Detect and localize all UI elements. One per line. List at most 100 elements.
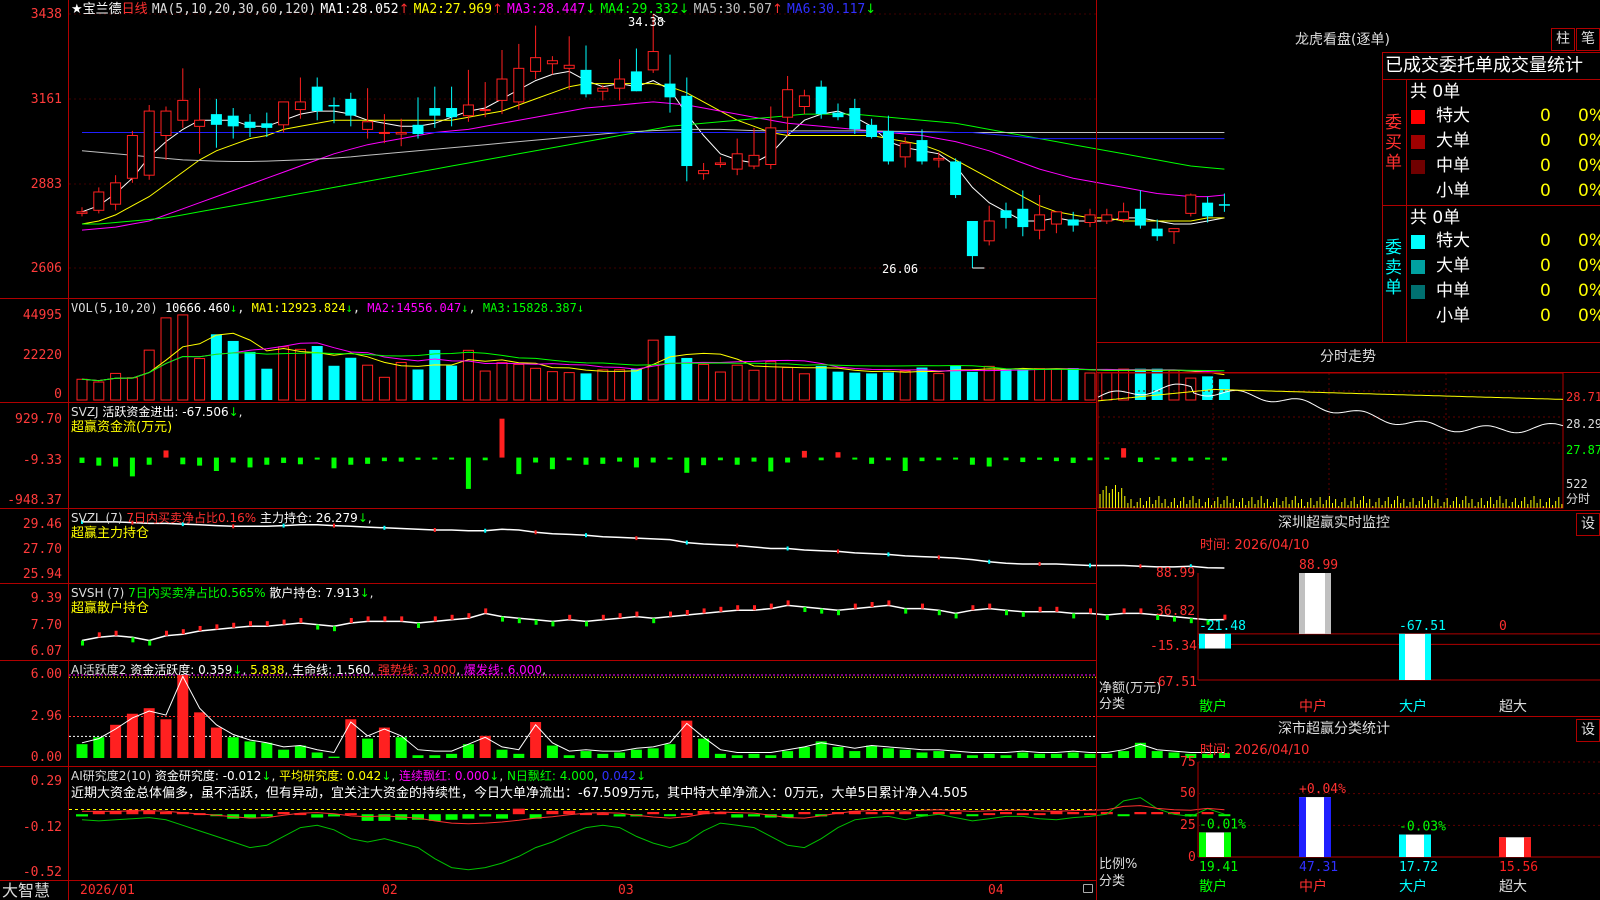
svzj-bar xyxy=(1221,457,1227,461)
active-bar xyxy=(765,755,777,758)
sz-bottom xyxy=(1097,716,1600,717)
research-bar xyxy=(1201,812,1214,815)
ai-research-t1-dir: ↓ xyxy=(261,769,272,783)
candle-body xyxy=(143,110,155,176)
candle-body xyxy=(1084,214,1096,224)
candle-body xyxy=(782,89,794,118)
svzl-dir: ↓ xyxy=(357,511,368,525)
active-bar xyxy=(513,753,525,758)
volume-bar xyxy=(714,371,726,401)
volume-bar xyxy=(849,372,861,400)
ma6-name: MA6: xyxy=(786,2,819,17)
candle-body xyxy=(479,109,491,112)
sell-row-1-swatch xyxy=(1411,260,1425,274)
svzj-bar xyxy=(667,457,673,460)
sz-bar-label-0: 散户 xyxy=(1199,698,1227,715)
sell-row-2-swatch xyxy=(1411,285,1425,299)
svzj-bar xyxy=(381,457,387,462)
research-bar xyxy=(462,814,475,819)
dragon-title: 龙虎看盘(逐单) xyxy=(1295,32,1390,48)
research-bar xyxy=(1151,812,1164,815)
research-line xyxy=(81,797,1225,871)
sz-bar-label-3: 超大 xyxy=(1499,699,1527,715)
sanhu-tick xyxy=(450,614,454,620)
sz-bar-label-2: 大户 xyxy=(1399,698,1427,715)
candle-body xyxy=(1000,210,1012,218)
period-label[interactable]: 日线 xyxy=(122,2,148,17)
sanhu-tick xyxy=(837,610,840,616)
class-stats-date: 时间: 2026/04/10 xyxy=(1200,743,1310,758)
volume-bar xyxy=(1034,368,1046,401)
sanhu-tick xyxy=(383,616,387,622)
candle-body xyxy=(294,101,306,111)
research-bar xyxy=(546,810,559,815)
svzj-bar xyxy=(482,457,488,461)
active-bar xyxy=(1050,753,1062,758)
sanhu-tick xyxy=(937,610,941,616)
candle-body xyxy=(546,60,558,65)
sanhu-tick xyxy=(366,616,370,622)
sz-monitor-settings-button[interactable]: 设 xyxy=(1576,513,1600,536)
active-bar xyxy=(496,749,508,758)
active-bar xyxy=(950,753,962,758)
vol-ma3-name: MA3: xyxy=(482,301,512,315)
sz-monitor-date: 时间: 2026/04/10 xyxy=(1200,538,1310,553)
zhuli-tick xyxy=(534,530,537,535)
price-high-label: 34.38 xyxy=(628,15,665,29)
star-icon[interactable]: ★ xyxy=(71,2,83,17)
volume-bar xyxy=(345,357,357,400)
sell-row-2-pct: 0% xyxy=(1578,281,1600,301)
volume-bar xyxy=(647,339,659,401)
sanhu-tick xyxy=(1072,613,1076,619)
sanhu-tick xyxy=(198,625,202,631)
sz-bar-edge-0 xyxy=(1199,633,1205,649)
volume-bar xyxy=(76,378,88,401)
svzj-tick-3: -948.37 xyxy=(7,493,62,508)
sanhu-tick xyxy=(685,609,689,615)
research-bar xyxy=(76,814,88,817)
volume-bar xyxy=(1017,369,1029,400)
tick-mode-button[interactable]: 笔 xyxy=(1576,28,1600,51)
sz-bar-value-2: -67.51 xyxy=(1399,619,1446,634)
zhuli-tick xyxy=(484,528,487,533)
research-bar xyxy=(596,813,609,816)
sanhu-tick xyxy=(249,621,252,627)
svzj-bar xyxy=(650,457,656,463)
class-stats-settings-button[interactable]: 设 xyxy=(1576,719,1600,742)
volume-bar xyxy=(933,373,945,401)
cs-bar-edge2-0 xyxy=(1224,832,1231,857)
candle-body xyxy=(983,220,995,242)
buy-row-3-count: 0 xyxy=(1540,181,1551,201)
svzj-bar xyxy=(96,457,102,466)
svzj-bar xyxy=(835,452,841,458)
vertical-divider-left xyxy=(68,0,69,900)
candle-body xyxy=(614,78,626,89)
lock-icon[interactable] xyxy=(1083,884,1093,893)
svzj-bar xyxy=(1087,457,1093,461)
svzj-bar xyxy=(919,457,925,462)
active-bar xyxy=(244,741,256,758)
volume-bar xyxy=(731,364,743,401)
svzj-bar xyxy=(869,457,875,464)
sz-bar-value-3: 0 xyxy=(1499,619,1507,634)
sanhu-tick xyxy=(753,605,756,611)
active-bar xyxy=(580,751,592,758)
zhuli-tick xyxy=(1089,563,1091,568)
candle-body xyxy=(462,104,474,117)
bar-mode-button[interactable]: 柱 xyxy=(1551,28,1575,51)
sz-tick-1: 88.99 xyxy=(1156,566,1196,581)
svsh-panel-header: SVSH (7) 7日内买卖净占比0.565% 散户持仓: 7.913↓, xyxy=(71,586,374,600)
research-bar xyxy=(664,814,676,817)
sell-row-3-swatch xyxy=(1411,310,1425,324)
sanhu-tick xyxy=(114,630,118,636)
cs-bar-edge-1 xyxy=(1299,797,1306,857)
active-bar xyxy=(614,752,626,758)
svzl-panel-header: SVZL (7) 7日内买卖净占比0.16% 主力持仓: 26.279↓, xyxy=(71,511,372,525)
dragon-subtitle: 已成交委托单成交量统计 xyxy=(1385,56,1583,76)
active-bar xyxy=(210,727,222,758)
svzj-bar xyxy=(499,418,505,458)
volume-bar xyxy=(328,365,340,400)
active-bar xyxy=(429,755,441,758)
active-bar xyxy=(849,751,861,758)
svzj-bar xyxy=(449,457,455,460)
